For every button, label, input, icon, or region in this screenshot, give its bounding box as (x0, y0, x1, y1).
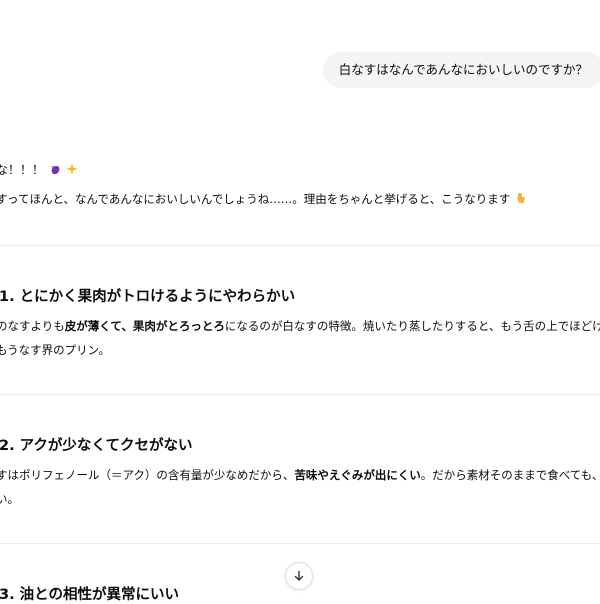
section-divider (0, 245, 600, 246)
response-lead-text: すってほんと、なんであんなにおいしいんでしょうね……。理由をちゃんと挙げると、こ… (0, 191, 527, 207)
bold-text: 苦味やえぐみが出にくい (294, 468, 421, 482)
section-heading: 3. 油との相性が異常にいい (0, 587, 179, 603)
user-message-text: 白なすはなんであんなにおいしいのですか？ (338, 62, 588, 77)
section-paragraph: すはポリフェノール（＝アク）の含有量が少なめだから、苦味やえぐみが出にくい。だか… (0, 463, 600, 511)
response-lead-line: な！！！ (0, 161, 78, 178)
section-divider (0, 543, 600, 544)
paragraph-line: もうなす界のプリン。 (0, 343, 110, 357)
text-run: 。だから素材そのままで食べても、じん (420, 468, 600, 482)
user-message-bubble: 白なすはなんであんなにおいしいのですか？ (322, 52, 600, 88)
lead-exclaim: な！！！ (0, 163, 45, 177)
sparkles-icon (65, 163, 78, 175)
text-run: すはポリフェノール（＝アク）の含有量が少なめだから、 (0, 468, 295, 482)
paragraph-line: すはポリフェノール（＝アク）の含有量が少なめだから、苦味やえぐみが出にくい。だか… (0, 463, 600, 487)
scroll-to-bottom-button[interactable] (285, 562, 313, 590)
paragraph-line: い。 (0, 492, 19, 506)
text-run: になるのが白なすの特徴。焼いたり蒸したりすると、もう舌の上でほどける… (224, 319, 600, 333)
bold-text: 皮が薄くて、果肉がとろっとろ (64, 319, 225, 333)
text-run: のなすよりも (0, 319, 65, 333)
section-paragraph: のなすよりも皮が薄くて、果肉がとろっとろになるのが白なすの特徴。焼いたり蒸したり… (0, 314, 600, 362)
pointing-down-icon (516, 193, 525, 203)
paragraph-line: のなすよりも皮が薄くて、果肉がとろっとろになるのが白なすの特徴。焼いたり蒸したり… (0, 314, 600, 338)
section-heading: 1. とにかく果肉がトロけるようにやわらかい (0, 289, 296, 305)
eggplant-icon (51, 165, 60, 175)
section-divider (0, 394, 600, 395)
lead-text: すってほんと、なんであんなにおいしいんでしょうね……。理由をちゃんと挙げると、こ… (0, 192, 511, 206)
arrow-down-icon (294, 570, 304, 581)
section-heading: 2. アクが少なくてクセがない (0, 438, 193, 454)
